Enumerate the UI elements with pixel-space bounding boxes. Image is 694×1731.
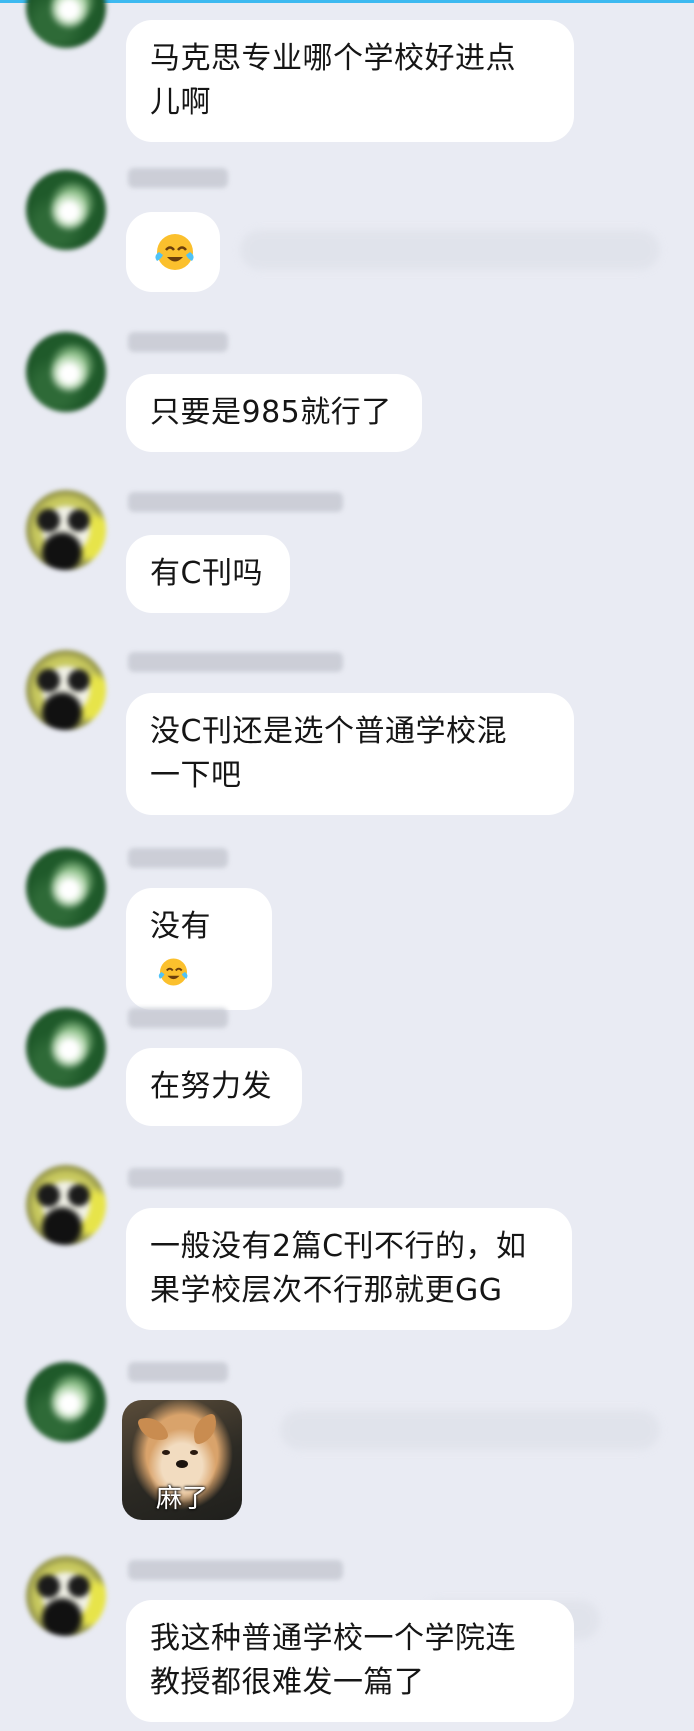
- sender-name-blurred: [128, 332, 228, 352]
- avatar-panda[interactable]: [26, 650, 106, 730]
- message-bubble[interactable]: 我这种普通学校一个学院连 教授都很难发一篇了: [126, 1600, 574, 1722]
- avatar-green[interactable]: [26, 848, 106, 928]
- sender-name-blurred: [128, 168, 228, 188]
- message-bubble[interactable]: 没有: [126, 888, 272, 1010]
- avatar-panda[interactable]: [26, 490, 106, 570]
- sender-name-blurred: [128, 1168, 343, 1188]
- sticker-ear: [189, 1413, 221, 1445]
- blurred-background-overlay: [280, 1410, 660, 1450]
- sticker-nose: [176, 1460, 188, 1468]
- message-bubble[interactable]: 在努力发: [126, 1048, 302, 1126]
- avatar-green[interactable]: [26, 332, 106, 412]
- crying-laughing-emoji: [149, 228, 197, 276]
- sticker-ear: [137, 1413, 169, 1445]
- message-bubble[interactable]: 马克思专业哪个学校好进点 儿啊: [126, 20, 574, 142]
- chat-message-list[interactable]: 马克思专业哪个学校好进点 儿啊 只要是985就行了 有C刊吗 没C刊还是选个普通…: [0, 0, 694, 1731]
- sticker-eye: [190, 1450, 198, 1455]
- avatar-panda[interactable]: [26, 1165, 106, 1245]
- avatar-green[interactable]: [26, 1362, 106, 1442]
- avatar-green[interactable]: [26, 1008, 106, 1088]
- message-bubble[interactable]: 有C刊吗: [126, 535, 290, 613]
- blurred-background-overlay: [240, 230, 660, 270]
- emoji-message-bubble[interactable]: [126, 212, 220, 292]
- sender-name-blurred: [128, 1362, 228, 1382]
- crying-laughing-emoji: [154, 954, 190, 990]
- avatar-green[interactable]: [26, 0, 106, 48]
- sticker-caption: 麻了: [155, 1484, 208, 1514]
- message-bubble[interactable]: 只要是985就行了: [126, 374, 422, 452]
- sender-name-blurred: [128, 848, 228, 868]
- sticker-eye: [162, 1450, 170, 1455]
- message-bubble[interactable]: 没C刊还是选个普通学校混 一下吧: [126, 693, 574, 815]
- avatar-green[interactable]: [26, 170, 106, 250]
- sender-name-blurred: [128, 652, 343, 672]
- shiba-dog-sticker[interactable]: 麻了: [122, 1400, 242, 1520]
- avatar-panda[interactable]: [26, 1556, 106, 1636]
- sender-name-blurred: [128, 1008, 228, 1028]
- message-bubble[interactable]: 一般没有2篇C刊不行的，如 果学校层次不行那就更GG: [126, 1208, 572, 1330]
- sender-name-blurred: [128, 492, 343, 512]
- sender-name-blurred: [128, 1560, 343, 1580]
- message-text: 没有: [150, 909, 211, 944]
